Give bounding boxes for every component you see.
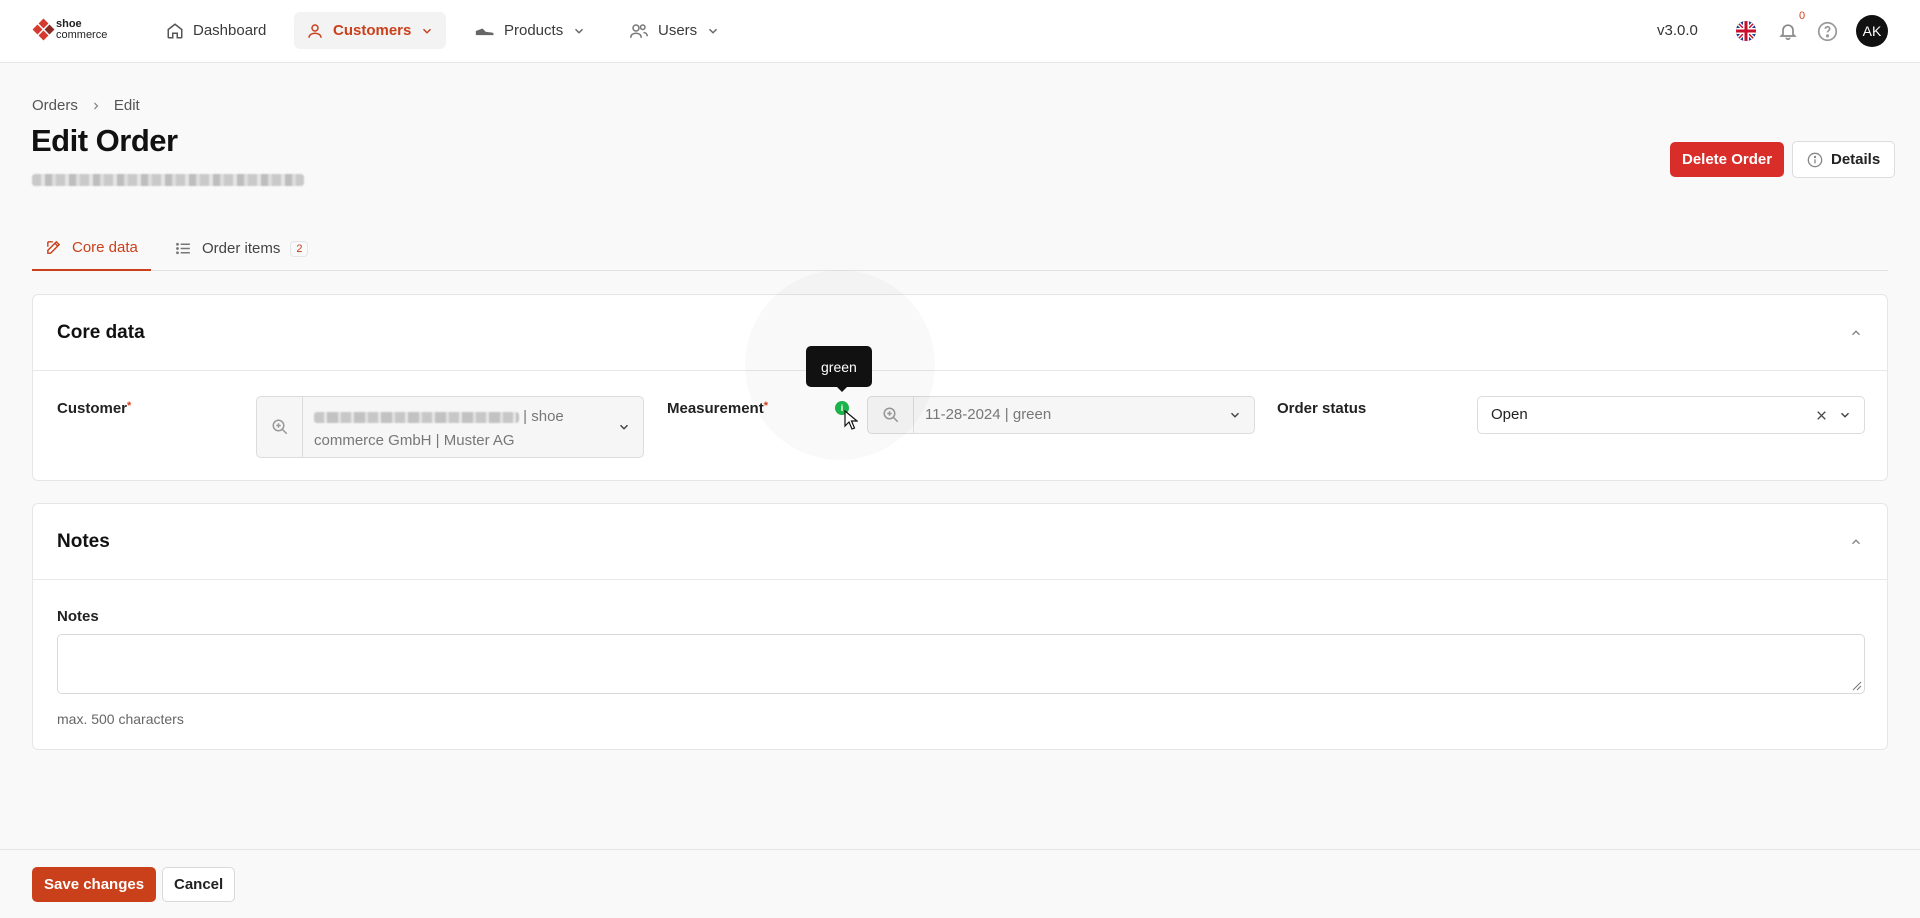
chevron-down-icon (709, 28, 718, 34)
customer-number-redacted (314, 411, 519, 423)
nav-item-products[interactable]: Products (463, 12, 598, 49)
tooltip-arrow (836, 386, 848, 392)
chevron-up-icon[interactable] (1849, 326, 1863, 340)
order-items-count-badge: 2 (290, 240, 309, 257)
tab-core-data[interactable]: Core data (32, 226, 151, 271)
nav-item-label: Dashboard (193, 22, 267, 39)
nav-item-dashboard[interactable]: Dashboard (154, 12, 278, 49)
order-status-select[interactable]: Open (1477, 396, 1865, 434)
notes-label: Notes (57, 608, 99, 625)
measurement-value: 11-28-2024 | green (925, 406, 1052, 423)
action-footer: Save changes Cancel (0, 849, 1920, 918)
notification-count-badge: 0 (1799, 10, 1806, 22)
chevron-down-icon (1840, 412, 1850, 418)
shoe-icon (475, 28, 494, 35)
tab-order-items[interactable]: Order items 2 (162, 226, 321, 271)
nav-item-customers[interactable]: Customers (294, 12, 447, 49)
chevron-down-icon (423, 28, 432, 34)
customer-value-line1: | shoe (523, 408, 564, 425)
logo[interactable]: shoe commerce (32, 18, 108, 41)
avatar[interactable]: AK (1856, 15, 1888, 47)
chevron-down-icon (575, 28, 584, 34)
uk-flag-icon[interactable] (1736, 21, 1756, 41)
customer-select[interactable]: | shoe commerce GmbH | Muster AG (256, 396, 644, 458)
breadcrumb-orders-link[interactable]: Orders (32, 97, 78, 114)
nav-item-label: Customers (333, 22, 412, 39)
details-button-label: Details (1831, 151, 1881, 168)
nav-item-label: Users (658, 22, 698, 39)
nav-item-users[interactable]: Users (617, 12, 732, 49)
order-status-label: Order status (1277, 400, 1367, 417)
card-title: Core data (57, 321, 145, 343)
cancel-button[interactable]: Cancel (162, 867, 236, 902)
zoom-icon (257, 397, 303, 457)
info-icon (1807, 152, 1823, 167)
breadcrumb: Orders Edit (32, 97, 140, 114)
delete-order-button[interactable]: Delete Order (1670, 142, 1785, 177)
customer-label: Customer* (57, 400, 132, 417)
chevron-down-icon (1230, 412, 1240, 418)
top-navigation: shoe commerce Dashboard Customers Produc… (0, 0, 1920, 63)
order-status-value: Open (1491, 406, 1528, 423)
bell-icon[interactable] (1778, 20, 1798, 47)
tab-bar: Core data Order items 2 (32, 226, 1888, 271)
core-data-card: Core data Customer* | shoe commerce GmbH… (32, 294, 1888, 481)
tab-label: Order items (202, 240, 281, 257)
save-changes-button[interactable]: Save changes (32, 867, 157, 902)
edit-icon (47, 240, 61, 254)
details-button[interactable]: Details (1792, 141, 1896, 178)
home-icon (167, 22, 183, 38)
logo-text-line2: commerce (56, 29, 108, 41)
version-label: v3.0.0 (1657, 22, 1698, 39)
order-subtitle-redacted (32, 174, 304, 186)
nav-item-label: Products (504, 22, 564, 39)
card-title: Notes (57, 530, 110, 552)
notes-textarea[interactable] (57, 634, 1865, 694)
tab-label: Core data (72, 239, 138, 256)
mouse-cursor-icon (844, 410, 858, 430)
customer-value-line2: commerce GmbH | Muster AG (314, 432, 515, 449)
list-icon (176, 242, 190, 255)
users-icon (630, 23, 648, 38)
resize-handle-icon[interactable] (1850, 679, 1862, 691)
notes-hint: max. 500 characters (57, 711, 184, 727)
chevron-right-icon (93, 102, 99, 109)
chevron-up-icon[interactable] (1849, 535, 1863, 549)
help-icon[interactable] (1817, 21, 1838, 47)
user-icon (308, 23, 322, 38)
logo-mark-icon (32, 18, 55, 41)
measurement-tooltip: green (806, 346, 872, 387)
page-title: Edit Order (31, 123, 178, 158)
clear-icon[interactable] (1815, 409, 1828, 422)
notes-card: Notes Notes max. 500 characters (32, 503, 1888, 750)
breadcrumb-current: Edit (113, 97, 140, 114)
chevron-down-icon (619, 424, 629, 430)
